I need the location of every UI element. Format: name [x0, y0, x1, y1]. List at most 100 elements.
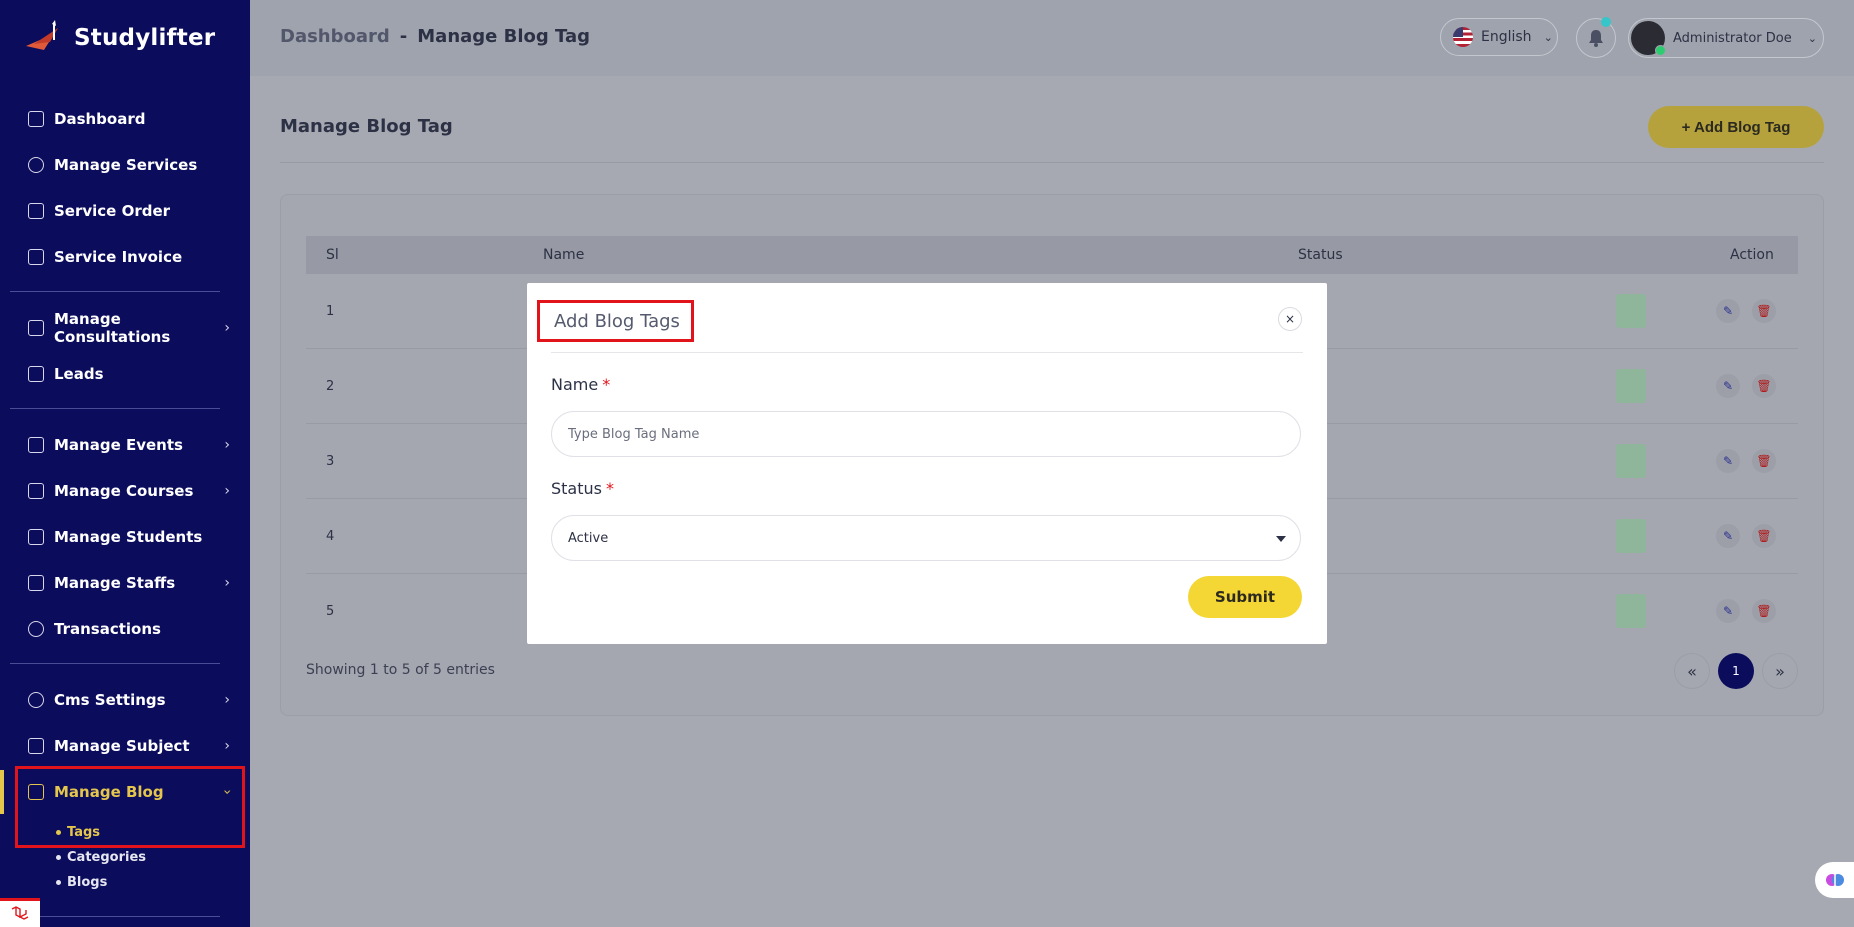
sidebar-subitem-blogs[interactable]: Blogs	[56, 875, 107, 890]
breadcrumb-current: Manage Blog Tag	[417, 26, 591, 47]
row-sl: 3	[326, 454, 335, 469]
add-blog-tag-button[interactable]: + Add Blog Tag	[1648, 106, 1824, 148]
pagination-next[interactable]: »	[1762, 653, 1798, 689]
transactions-icon	[28, 621, 44, 637]
sidebar-subitem-categories[interactable]: Categories	[56, 850, 146, 865]
settings-icon	[28, 692, 44, 708]
sidebar-item-manage-consultations[interactable]: Manage Consultations ›	[28, 310, 242, 346]
chevron-right-icon: ›	[224, 320, 230, 336]
bell-icon	[1589, 30, 1603, 47]
status-badge[interactable]	[1616, 294, 1646, 328]
sidebar-item-service-invoice[interactable]: Service Invoice	[28, 242, 242, 272]
chevron-right-icon: ›	[224, 437, 230, 453]
laravel-debug-badge[interactable]	[0, 898, 40, 927]
user-menu[interactable]: Administrator Doe ⌄	[1628, 18, 1824, 58]
column-header-status: Status	[1298, 247, 1343, 263]
sidebar-item-manage-services[interactable]: Manage Services	[28, 150, 242, 180]
breadcrumb: Dashboard - Manage Blog Tag	[280, 26, 590, 47]
status-badge[interactable]	[1616, 594, 1646, 628]
required-mark: *	[602, 375, 611, 394]
table-header: Sl Name Status Action	[306, 236, 1798, 274]
chevron-right-icon: ›	[224, 692, 230, 708]
sidebar-item-manage-events[interactable]: Manage Events ›	[28, 430, 242, 460]
pagination-prev[interactable]: «	[1674, 653, 1710, 689]
language-selector[interactable]: English ⌄	[1440, 18, 1558, 56]
trash-icon[interactable]: 🗑	[1752, 599, 1776, 623]
page-title: Manage Blog Tag	[280, 116, 453, 137]
edit-icon[interactable]: ✎	[1716, 374, 1740, 398]
us-flag-icon	[1453, 27, 1473, 47]
book-icon	[28, 738, 44, 754]
status-label-text: Status	[551, 479, 602, 498]
sidebar-item-service-order[interactable]: Service Order	[28, 196, 242, 226]
edit-icon[interactable]: ✎	[1716, 449, 1740, 473]
sidebar-subitem-label: Blogs	[67, 875, 108, 890]
sidebar-item-label: Manage Staffs	[54, 574, 176, 592]
brand-logo-icon	[26, 20, 58, 50]
laravel-icon	[11, 906, 29, 920]
sidebar-divider	[10, 663, 220, 664]
blog-tag-name-input[interactable]	[551, 411, 1301, 457]
edit-icon[interactable]: ✎	[1716, 599, 1740, 623]
status-badge[interactable]	[1616, 369, 1646, 403]
chevron-right-icon: ›	[224, 738, 230, 754]
status-badge[interactable]	[1616, 444, 1646, 478]
breadcrumb-separator: -	[399, 26, 408, 47]
chevron-right-icon: ›	[224, 483, 230, 499]
user-name: Administrator Doe	[1673, 30, 1792, 46]
row-sl: 1	[326, 304, 335, 319]
submit-button[interactable]: Submit	[1188, 576, 1302, 618]
gear-icon	[28, 157, 44, 173]
trash-icon[interactable]: 🗑	[1752, 524, 1776, 548]
add-blog-tags-modal: Add Blog Tags × Name* Status* Active Sub…	[527, 283, 1327, 644]
sidebar-item-label: Dashboard	[54, 110, 146, 128]
list-icon	[28, 203, 44, 219]
pagination-current-page[interactable]: 1	[1718, 653, 1754, 689]
students-icon	[28, 529, 44, 545]
assistant-widget[interactable]	[1815, 862, 1854, 898]
sidebar-item-label: Manage Events	[54, 436, 183, 454]
sidebar-item-transactions[interactable]: Transactions	[28, 614, 242, 644]
invoice-icon	[28, 249, 44, 265]
sidebar-divider	[10, 291, 220, 292]
row-sl: 2	[326, 379, 335, 394]
status-select[interactable]: Active	[551, 515, 1301, 561]
sidebar-item-cms-settings[interactable]: Cms Settings ›	[28, 685, 242, 715]
sidebar-item-manage-staffs[interactable]: Manage Staffs ›	[28, 568, 242, 598]
sidebar-item-label: Manage Courses	[54, 482, 194, 500]
trash-icon[interactable]: 🗑	[1752, 299, 1776, 323]
trash-icon[interactable]: 🗑	[1752, 449, 1776, 473]
topbar: Dashboard - Manage Blog Tag English ⌄ Ad…	[250, 0, 1854, 76]
trash-icon[interactable]: 🗑	[1752, 374, 1776, 398]
sidebar-item-label: Cms Settings	[54, 691, 166, 709]
name-label-text: Name	[551, 375, 599, 394]
notification-dot	[1601, 17, 1611, 27]
sidebar-item-label: Service Invoice	[54, 248, 183, 266]
breadcrumb-root[interactable]: Dashboard	[280, 26, 390, 47]
sidebar-item-label: Manage Subject	[54, 737, 190, 755]
chevron-down-icon: ⌄	[1543, 30, 1553, 44]
sidebar-item-manage-courses[interactable]: Manage Courses ›	[28, 476, 242, 506]
entries-info: Showing 1 to 5 of 5 entries	[306, 662, 495, 678]
row-sl: 4	[326, 529, 335, 544]
brand[interactable]: Studylifter	[24, 20, 215, 56]
staff-icon	[28, 575, 44, 591]
column-header-sl: Sl	[326, 247, 339, 263]
sidebar-item-manage-subject[interactable]: Manage Subject ›	[28, 731, 242, 761]
brand-name: Studylifter	[74, 25, 216, 51]
edit-icon[interactable]: ✎	[1716, 524, 1740, 548]
caret-down-icon	[1276, 536, 1286, 542]
chevron-right-icon: ›	[224, 575, 230, 591]
sidebar-item-label: Manage Services	[54, 156, 198, 174]
sidebar-item-leads[interactable]: Leads	[28, 359, 242, 389]
close-icon[interactable]: ×	[1278, 307, 1302, 331]
sidebar-item-dashboard[interactable]: Dashboard	[28, 104, 242, 134]
lead-icon	[28, 366, 44, 382]
sidebar: Studylifter Dashboard Manage Services Se…	[0, 0, 250, 927]
sidebar-item-label: Manage Consultations	[54, 310, 171, 346]
active-indicator	[0, 770, 4, 814]
edit-icon[interactable]: ✎	[1716, 299, 1740, 323]
sidebar-divider	[10, 408, 220, 409]
sidebar-item-manage-students[interactable]: Manage Students	[28, 522, 242, 552]
status-badge[interactable]	[1616, 519, 1646, 553]
